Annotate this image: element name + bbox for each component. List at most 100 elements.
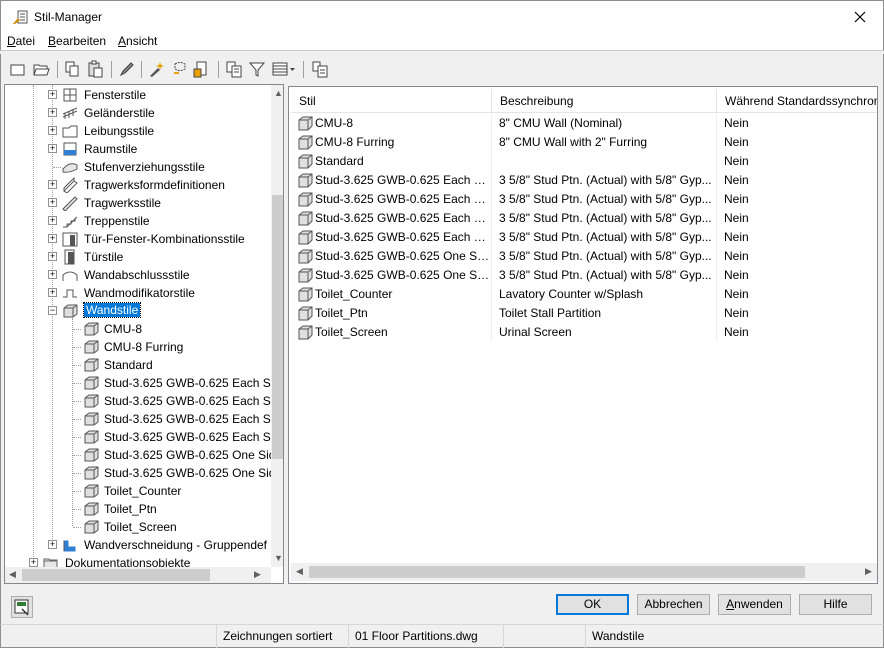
list-row[interactable]: Toilet_Counter Lavatory Counter w/Splash N… [291,285,877,304]
expand-icon[interactable]: + [48,288,57,297]
toggle-view-icon[interactable] [225,60,243,78]
tree-child-item[interactable]: CMU-8 Furring [5,338,271,356]
close-button[interactable] [837,1,883,32]
ok-button[interactable]: OK [556,594,629,615]
scroll-left-icon[interactable]: ◀ [9,569,16,580]
tree-item[interactable]: + Raumstile [5,140,271,158]
style-properties-icon[interactable] [193,60,211,78]
list-row[interactable]: CMU-8 8" CMU Wall (Nominal) Nein [291,114,877,133]
tree-item[interactable]: + Wandabschlussstile [5,266,271,284]
expand-icon[interactable]: + [29,558,38,567]
cell-style-name: CMU-8 [315,116,353,130]
expand-icon[interactable]: + [48,234,57,243]
expand-icon[interactable]: + [48,108,57,117]
tree-item[interactable]: + Geländerstile [5,104,271,122]
drawing-properties-button[interactable] [11,596,33,618]
toolbar-separator [218,61,219,78]
expand-icon[interactable]: + [48,216,57,225]
scroll-right-icon[interactable]: ▶ [865,566,872,577]
expand-icon[interactable]: + [48,540,57,549]
purge-icon[interactable] [171,60,189,78]
style-list[interactable]: Stil Beschreibung Während Standardssynch… [288,86,878,584]
scroll-thumb[interactable] [272,195,283,459]
list-row[interactable]: Stud-3.625 GWB-0.625 Each Sid... 3 5/8" S… [291,190,877,209]
column-header-stil[interactable]: Stil [291,89,492,113]
scroll-down-icon[interactable]: ▼ [274,553,283,563]
tree-item[interactable]: + Leibungsstile [5,122,271,140]
tree-item[interactable]: + Wandmodifikatorstile [5,284,271,302]
list-horizontal-scrollbar[interactable]: ◀ ▶ [291,563,877,581]
list-row[interactable]: Stud-3.625 GWB-0.625 One Sid... 3 5/8" St… [291,266,877,285]
expand-icon[interactable]: + [48,144,57,153]
tree-item[interactable]: + Wandverschneidung - Gruppendef [5,536,271,554]
column-header-sync[interactable]: Während Standardssynchron [717,89,877,113]
tree-item[interactable]: Stufenverziehungsstile [5,158,271,176]
list-row[interactable]: Standard Nein [291,152,877,171]
list-row[interactable]: Toilet_Screen Urinal Screen Nein [291,323,877,342]
apply-button[interactable]: Anwenden [718,594,791,615]
menu-ansicht[interactable]: Ansicht [118,34,157,48]
tree-item[interactable]: + Fensterstile [5,86,271,104]
list-row[interactable]: CMU-8 Furring 8" CMU Wall with 2" Furring… [291,133,877,152]
scroll-right-icon[interactable]: ▶ [254,569,261,580]
expand-icon[interactable]: + [48,270,57,279]
set-from-icon[interactable] [148,60,166,78]
tree-item[interactable]: − Wandstile [5,302,271,320]
expand-icon[interactable]: + [48,198,57,207]
scroll-left-icon[interactable]: ◀ [296,566,303,577]
tree-child-item[interactable]: Stud-3.625 GWB-0.625 One Sid [5,464,275,482]
cell-sync: Nein [724,116,749,130]
new-drawing-icon[interactable] [9,60,27,78]
list-row[interactable]: Stud-3.625 GWB-0.625 One Side 3 5/8" Stud… [291,247,877,266]
wall-style-icon [84,502,99,516]
list-row[interactable]: Stud-3.625 GWB-0.625 Each Side 3 5/8" Stu… [291,171,877,190]
list-row[interactable]: Stud-3.625 GWB-0.625 Each Sid... 3 5/8" S… [291,228,877,247]
tree-child-item[interactable]: CMU-8 [5,320,271,338]
copy-icon[interactable] [63,60,81,78]
expand-icon[interactable]: − [48,306,57,315]
edit-icon[interactable] [118,60,136,78]
help-button[interactable]: Hilfe [799,594,872,615]
tree-item[interactable]: + Tragwerksformdefinitionen [5,176,271,194]
paste-icon[interactable] [86,60,104,78]
expand-icon[interactable]: + [48,252,57,261]
expand-icon[interactable]: + [48,126,57,135]
tree-child-item[interactable]: Stud-3.625 GWB-0.625 Each Sic [5,392,279,410]
menu-datei[interactable]: Datei [7,34,35,48]
expand-icon[interactable]: + [48,90,57,99]
help-icon[interactable] [311,60,329,78]
cancel-button[interactable]: Abbrechen [637,594,710,615]
filter-icon[interactable] [248,60,266,78]
tree-guide-line [73,455,81,456]
tree-child-item[interactable]: Stud-3.625 GWB-0.625 Each Sic [5,428,279,446]
tree-child-item[interactable]: Toilet_Screen [5,518,271,536]
style-tree[interactable]: + Fensterstile + Geländerstile + Leibungsstil… [4,84,284,584]
tree-guide-line [73,347,81,348]
tree-item[interactable]: + Türstile [5,248,271,266]
column-header-beschreibung[interactable]: Beschreibung [492,89,717,113]
cell-sync: Nein [724,211,749,225]
menu-bearbeiten[interactable]: Bearbeiten [48,34,106,48]
tree-child-item[interactable]: Stud-3.625 GWB-0.625 One Sid [5,446,275,464]
tree-child-item[interactable]: Toilet_Ptn [5,500,271,518]
tree-child-item[interactable]: Standard [5,356,271,374]
cell-description: 8" CMU Wall (Nominal) [499,116,623,130]
tree-item[interactable]: + Tür-Fenster-Kombinationsstile [5,230,271,248]
tree-horizontal-scrollbar[interactable]: ◀ ▶ [5,567,271,583]
tree-child-item[interactable]: Stud-3.625 GWB-0.625 Each Sic [5,374,279,392]
tree-item[interactable]: + Tragwerksstile [5,194,271,212]
scroll-thumb[interactable] [22,569,210,581]
list-row[interactable]: Toilet_Ptn Toilet Stall Partition Nein [291,304,877,323]
tree-child-item[interactable]: Toilet_Counter [5,482,271,500]
view-options-icon[interactable] [271,60,297,78]
tree-vertical-scrollbar[interactable]: ▲ ▼ [271,85,283,567]
expand-icon[interactable]: + [48,180,57,189]
scroll-up-icon[interactable]: ▲ [274,88,283,98]
tree-child-item[interactable]: Stud-3.625 GWB-0.625 Each Sic [5,410,279,428]
cell-sync: Nein [724,249,749,263]
window-style-icon [63,88,77,102]
tree-item[interactable]: + Treppenstile [5,212,271,230]
scroll-thumb[interactable] [309,566,805,578]
list-row[interactable]: Stud-3.625 GWB-0.625 Each Sid... 3 5/8" S… [291,209,877,228]
open-drawing-icon[interactable] [32,60,50,78]
